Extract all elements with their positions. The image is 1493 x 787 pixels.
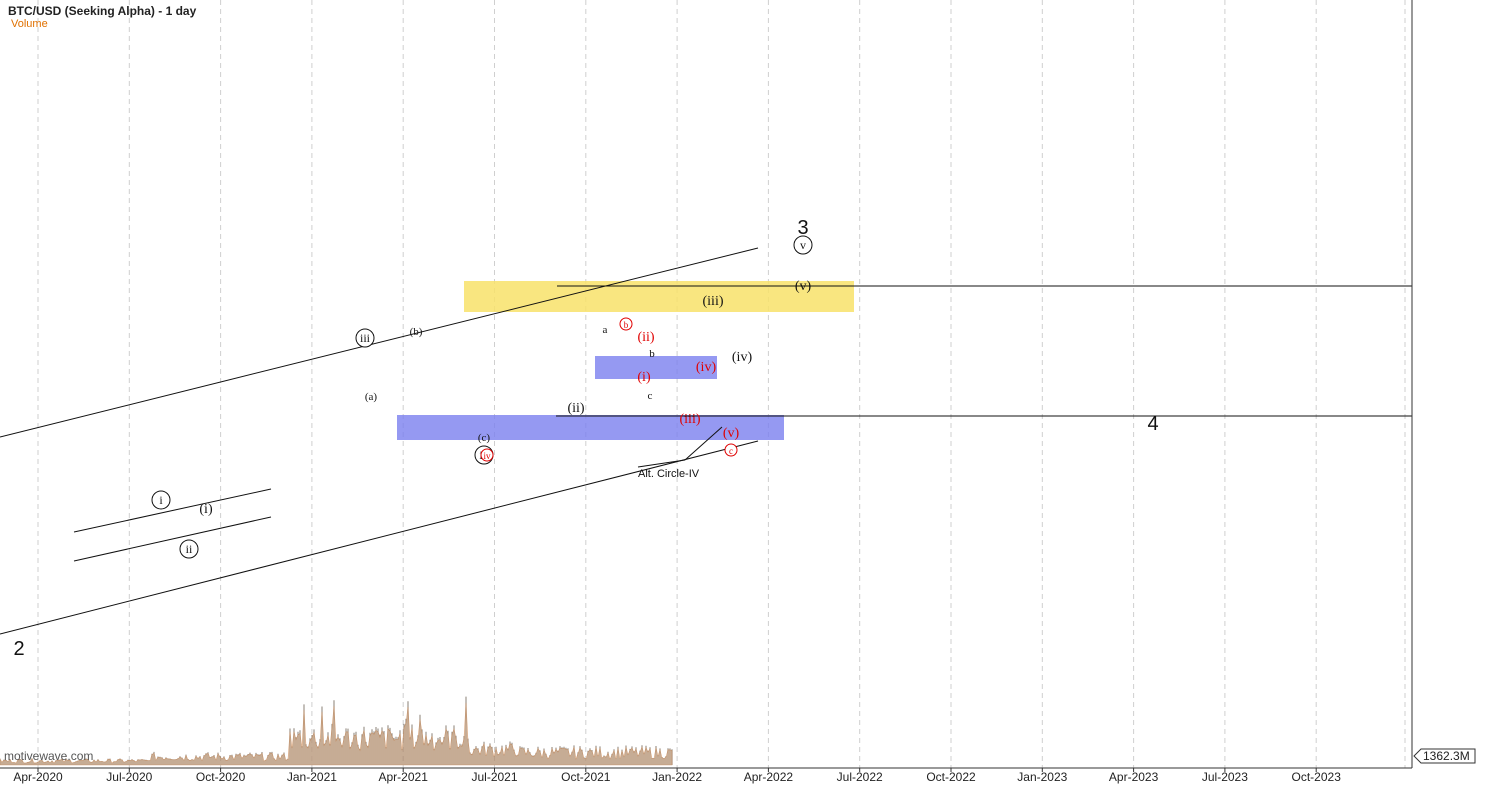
wave-label: iv [483,451,491,461]
last-volume-tag: 1362.3M [1413,748,1476,764]
chart-title: BTC/USD (Seeking Alpha) - 1 day [8,4,197,18]
wave-label: 2 [13,638,24,660]
wave-label: (iv) [696,360,717,375]
wedge-upper-line [73,488,272,533]
wave-label: (v) [795,279,812,294]
wave-label: v [800,238,806,252]
wave-label: (ii) [637,330,654,345]
wave-label: b [649,348,655,360]
volume-area [0,702,673,766]
wave-label: ii [186,542,193,556]
chart-header: BTC/USD (Seeking Alpha) - 1 day Volume [8,4,196,30]
axes: Apr-2020 Jul-2020 Oct-2020 Jan-2021 Apr-2021… [0,0,1476,784]
wave-label: c [729,446,733,456]
grid-lines [37,0,1406,768]
x-tick-label: Jul-2021 [471,770,517,784]
wave-label: (c) [478,432,491,444]
wave-label: 4 [1147,413,1158,435]
x-tick-label: Apr-2021 [379,770,429,784]
alt-circle-iv-annotation: Alt. Circle-IV [638,468,700,480]
x-tick-label: Jul-2023 [1202,770,1248,784]
wave-label: c [648,390,653,402]
wedge-lower-line [73,516,272,562]
wave-label: (v) [723,426,740,441]
x-tick-label: Oct-2020 [196,770,246,784]
wave-label: (b) [410,326,423,338]
watermark: motivewave.com [4,749,94,763]
wave-label: (iv) [732,350,753,365]
x-tick-label: Jan-2021 [287,770,337,784]
x-tick-label: Jul-2022 [837,770,883,784]
wave-label: (a) [365,391,378,403]
x-tick-label: Jan-2023 [1017,770,1067,784]
x-tick-label: Oct-2022 [926,770,976,784]
wave-label: (iii) [680,412,701,427]
wave-label: b [624,320,629,330]
x-tick-label: Apr-2020 [13,770,63,784]
wave-label: (iii) [703,294,724,309]
x-tick-label: Jul-2020 [106,770,152,784]
x-tick-label: Oct-2023 [1292,770,1342,784]
x-tick-label: Apr-2022 [744,770,794,784]
x-tick-label: Oct-2021 [561,770,611,784]
wave-label: (i) [637,370,651,385]
last-volume-tag-label: 1362.3M [1423,749,1470,763]
wave-label: iii [360,331,371,345]
volume-bars [0,696,673,766]
price-chart[interactable]: 200.0%(976395.25)176.4%(642102.56)161.8%… [0,0,1493,787]
wave-label: (ii) [567,401,584,416]
wave-label: (i) [199,502,213,517]
volume-label: Volume [11,18,48,30]
x-tick-label: Jan-2022 [652,770,702,784]
wave-label: a [603,324,608,336]
x-tick-label: Apr-2023 [1109,770,1159,784]
